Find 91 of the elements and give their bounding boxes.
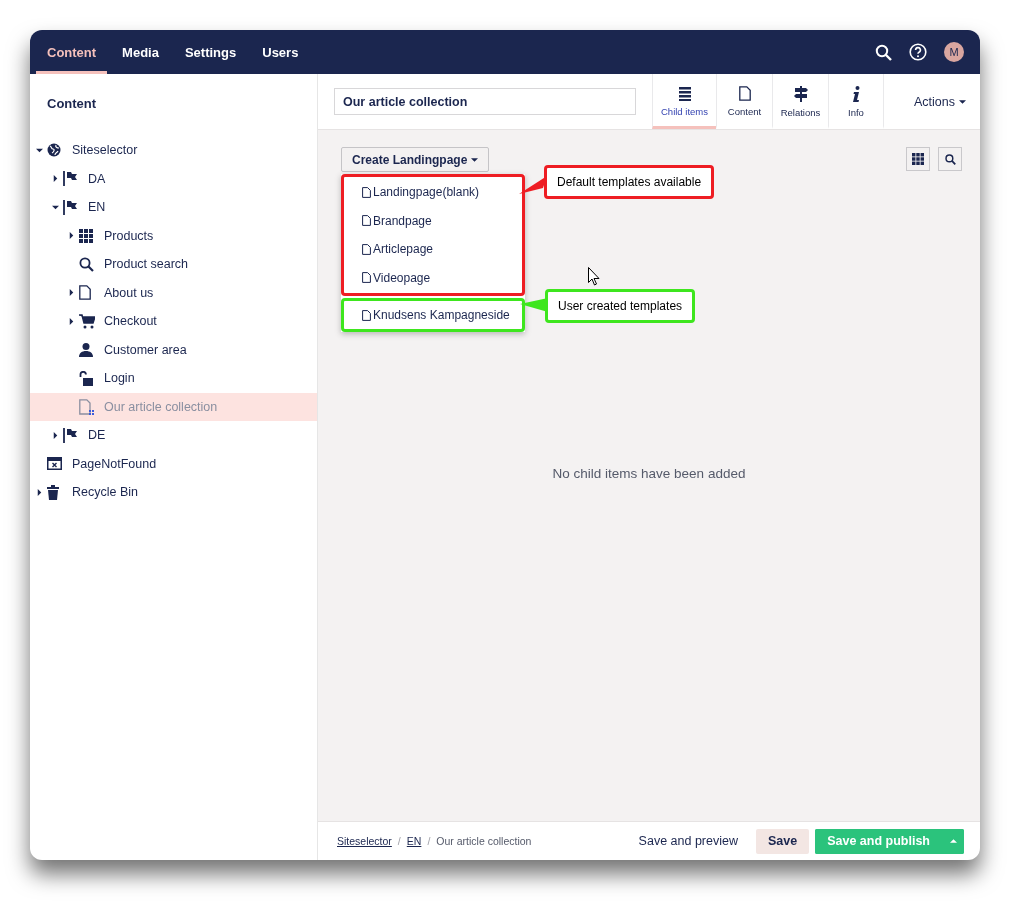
unlocked-padlock-icon <box>79 370 93 386</box>
signpost-icon <box>793 85 808 102</box>
tree-item-label: Siteselector <box>72 143 138 158</box>
section-tab[interactable]: Users <box>251 30 310 74</box>
create-dropdown-button[interactable]: Create Landingpage <box>341 147 490 172</box>
caret-right-icon[interactable] <box>52 175 59 183</box>
caret-up-icon <box>949 839 957 843</box>
app-tab[interactable]: Info <box>828 74 884 129</box>
tree-item[interactable]: About us <box>30 278 317 307</box>
tree-item-label: Products <box>104 228 154 243</box>
tree-item-label: About us <box>104 285 154 300</box>
page-icon <box>362 309 371 321</box>
breadcrumb-separator: / <box>427 835 431 847</box>
tree-item[interactable]: EN <box>30 193 317 222</box>
user-icon <box>79 342 93 357</box>
globe-icon <box>47 143 61 158</box>
tree-item[interactable]: Checkout <box>30 307 317 336</box>
name-field[interactable]: Our article collection <box>334 88 636 115</box>
search-button[interactable] <box>938 147 962 171</box>
mouse-cursor-icon <box>588 267 600 286</box>
caret-right-icon[interactable] <box>36 488 43 496</box>
section-tab[interactable]: Content <box>36 30 108 74</box>
search-icon <box>944 153 956 165</box>
menu-item[interactable]: Articlepage <box>344 235 522 264</box>
tree-item-label: Login <box>104 371 135 386</box>
tree-item[interactable]: Recycle Bin <box>30 478 317 507</box>
tree-item[interactable]: DA <box>30 164 317 193</box>
tree-item-label: DE <box>88 428 106 443</box>
breadcrumb-link[interactable]: EN <box>406 835 422 847</box>
flag-icon <box>63 171 77 187</box>
caret-down-icon[interactable] <box>36 146 43 154</box>
cart-icon <box>79 313 95 329</box>
page-icon <box>362 186 371 198</box>
tree-item[interactable]: Login <box>30 364 317 393</box>
callout-label: User created templates <box>545 289 696 323</box>
page-icon <box>362 272 371 284</box>
tree-item[interactable]: DE <box>30 421 317 450</box>
tree-item-label: Product search <box>104 257 189 272</box>
caret-down-icon <box>959 99 966 104</box>
caret-right-icon[interactable] <box>68 317 75 325</box>
help-icon[interactable] <box>909 43 927 61</box>
empty-state-message: No child items have been added <box>551 466 747 481</box>
grid-icon <box>912 153 924 165</box>
trash-icon <box>47 484 59 500</box>
page-icon <box>738 86 751 101</box>
menu-item[interactable]: Brandpage <box>344 206 522 235</box>
caret-right-icon[interactable] <box>52 431 59 439</box>
search-icon <box>79 256 94 272</box>
tree-item[interactable]: Product search <box>30 250 317 279</box>
page-icon <box>362 243 371 255</box>
breadcrumb-separator: / <box>397 835 401 847</box>
info-icon <box>852 85 860 102</box>
sidebar-title: Content <box>46 95 98 113</box>
tree-item[interactable]: Products <box>30 221 317 250</box>
caret-right-icon[interactable] <box>68 232 75 240</box>
tree-item-label: Recycle Bin <box>72 485 138 500</box>
tree-item[interactable]: Customer area <box>30 335 317 364</box>
search-icon[interactable] <box>875 43 892 61</box>
save-and-preview-button[interactable]: Save and preview <box>632 828 744 854</box>
grid-icon <box>79 228 93 243</box>
save-button[interactable]: Save <box>756 828 810 854</box>
flag-icon <box>63 199 77 215</box>
menu-item[interactable]: Landingpage(blank) <box>344 178 522 207</box>
breadcrumb-link[interactable]: Siteselector <box>337 835 392 847</box>
tree-item-label: Customer area <box>104 342 187 357</box>
tree-item-label: DA <box>88 171 106 186</box>
tree-item-label: Checkout <box>104 314 157 329</box>
user-avatar[interactable]: M <box>944 42 964 62</box>
window-cross-icon <box>47 457 62 471</box>
menu-item[interactable]: Knudsens Kampagneside <box>344 302 522 328</box>
actions-dropdown[interactable]: Actions <box>908 93 972 110</box>
flag-icon <box>63 427 77 443</box>
caret-right-icon[interactable] <box>68 289 75 297</box>
page-icon <box>79 285 91 301</box>
page-collection-icon <box>79 398 94 415</box>
tree-item[interactable]: PageNotFound <box>30 449 317 478</box>
grid-view-button[interactable] <box>906 147 930 171</box>
tree-item-label: EN <box>88 200 106 215</box>
callout-label: Default templates available <box>544 165 715 199</box>
list-icon <box>678 86 691 101</box>
caret-down-icon <box>471 157 479 162</box>
page-icon <box>362 215 371 227</box>
section-tab[interactable]: Media <box>111 30 170 74</box>
caret-down-icon[interactable] <box>52 203 59 211</box>
section-tab[interactable]: Settings <box>173 30 248 74</box>
menu-item[interactable]: Videopage <box>344 263 522 292</box>
breadcrumb-current: Our article collection <box>436 835 532 847</box>
tree-item[interactable]: Siteselector <box>30 136 317 165</box>
tree-item-label: PageNotFound <box>72 456 157 471</box>
tree-item-label: Our article collection <box>104 399 218 414</box>
app-tab[interactable]: Child items <box>652 74 716 129</box>
